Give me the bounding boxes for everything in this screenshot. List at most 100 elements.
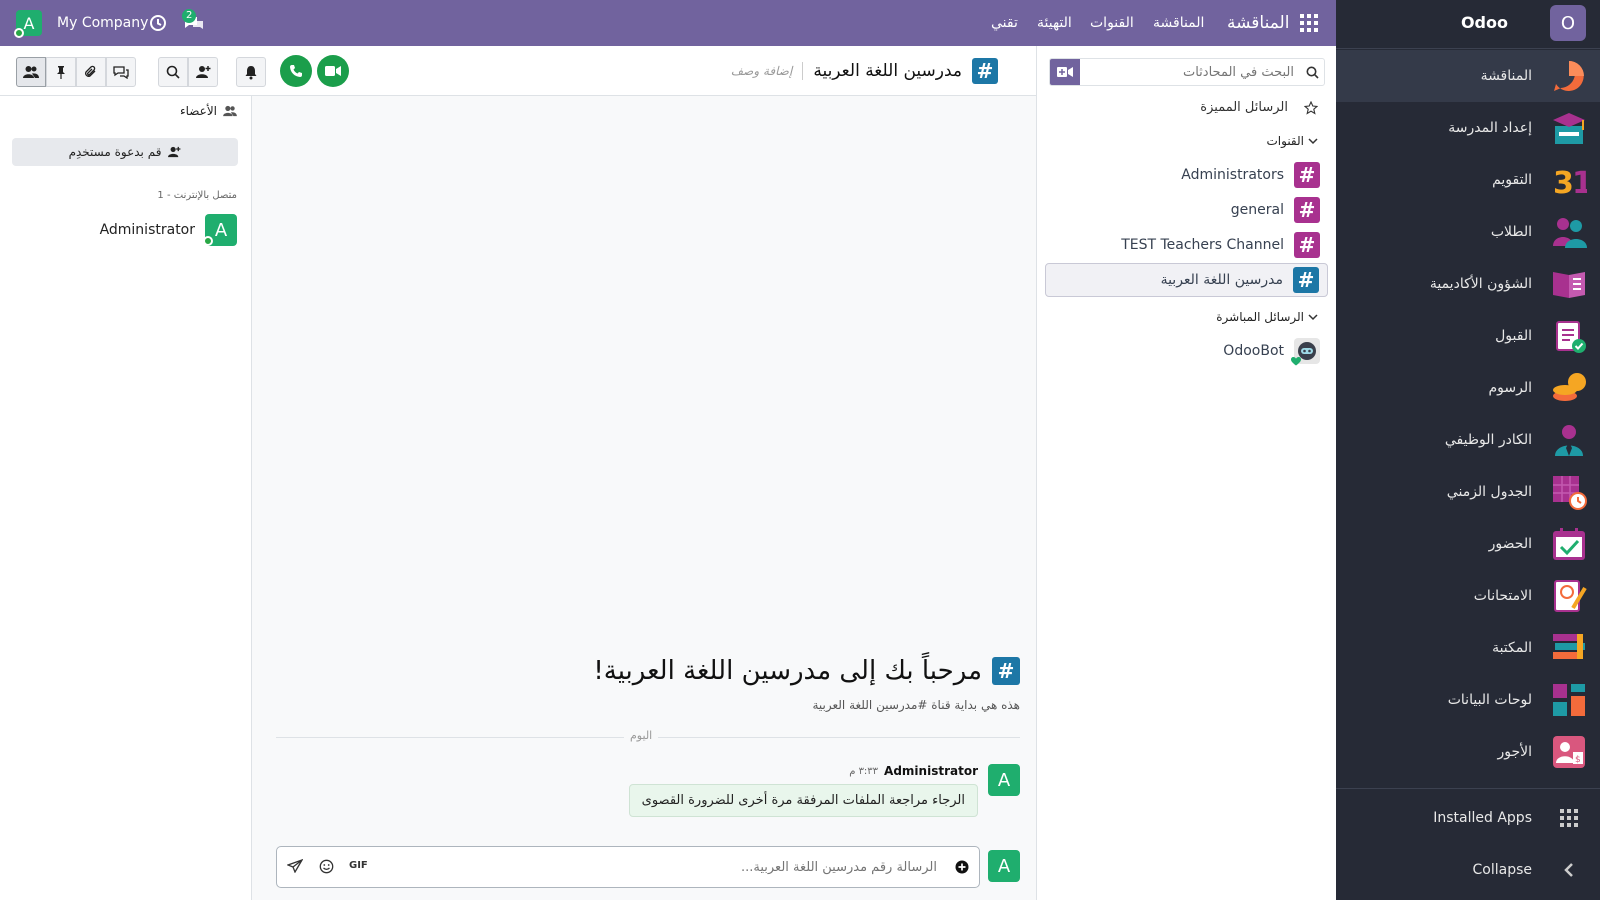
video-plus-icon [1057,67,1073,77]
svg-text:$: $ [1575,755,1581,765]
invite-user-button[interactable]: قم بدعوة مستخدِم [12,138,238,166]
threads-button[interactable] [106,57,136,87]
direct-messages-section-header[interactable]: الرسائل المباشرة [1216,310,1318,324]
timetable-icon [1550,473,1588,511]
add-attachment-button[interactable] [955,860,969,874]
sidebar-item-dashboards[interactable]: لوحات البيانات [1336,674,1600,726]
online-status-dot [203,236,213,246]
channel-name-field[interactable]: مدرسين اللغة العربية [813,61,962,81]
members-panel: الأعضاء قم بدعوة مستخدِم متصل بالإنترنت … [0,96,252,900]
thread-header: إضافة وصف مدرسين اللغة العربية # [0,46,1036,96]
notification-settings-button[interactable] [236,57,266,87]
composer-avatar: A [988,850,1020,882]
phone-icon [290,65,302,77]
sidebar-item-students[interactable]: الطلاب [1336,206,1600,258]
menu-technical[interactable]: تقني [991,0,1018,46]
menu-configuration[interactable]: التهيئة [1037,0,1072,46]
message-bubble: الرجاء مراجعة الملفات المرفقة مرة أخرى ل… [628,784,978,817]
pinned-messages-button[interactable] [46,57,76,87]
start-meeting-button[interactable] [1050,59,1080,85]
sidebar-item-fees[interactable]: الرسوم [1336,362,1600,414]
discuss-icon [1550,57,1588,95]
channel-item-administrators[interactable]: Administrators # [1045,158,1328,192]
admission-icon [1550,317,1588,355]
calendar-icon: 31 [1550,161,1588,199]
sidebar-item-school-setup[interactable]: إعداد المدرسة [1336,102,1600,154]
brand-avatar[interactable]: O [1550,5,1586,41]
menu-discuss[interactable]: المناقشة [1153,0,1204,46]
start-call-button[interactable] [280,55,312,87]
message-author[interactable]: Administrator [884,764,978,778]
channel-item-test-teachers[interactable]: TEST Teachers Channel # [1045,228,1328,262]
members-icon [223,105,237,117]
welcome-subtitle: هذه هي بداية قناة #مدرسين اللغة العربية [812,698,1020,712]
message-input[interactable] [387,855,937,879]
starred-messages-link[interactable]: الرسائل المميزة [1200,100,1318,115]
send-button[interactable] [287,859,303,873]
sidebar-item-library[interactable]: المكتبة [1336,622,1600,674]
message-header: Administrator ٣:٣٣ م [849,764,978,778]
attachments-button[interactable] [76,57,106,87]
menu-channels[interactable]: القنوات [1090,0,1134,46]
app-title[interactable]: المناقشة [1227,0,1289,46]
channel-item-general[interactable]: general # [1045,193,1328,227]
collapse-sidebar-button[interactable]: Collapse [1336,844,1600,896]
paperclip-icon [85,65,96,77]
channel-list-panel: الرسائل المميزة القنوات Administrators #… [1036,46,1336,900]
dm-item-odoobot[interactable]: OdooBot [1045,334,1328,368]
thread-title-group: إضافة وصف مدرسين اللغة العربية # [731,56,998,86]
company-switcher[interactable]: My Company [57,0,148,46]
members-panel-button[interactable] [16,57,46,87]
add-user-icon [168,146,181,158]
sidebar-item-attendance[interactable]: الحضور [1336,518,1600,570]
sidebar-item-academics[interactable]: الشؤون الأكاديمية [1336,258,1600,310]
gif-button[interactable]: GIF [349,860,368,871]
members-title: الأعضاء [180,104,237,118]
search-icon [166,65,180,79]
start-video-call-button[interactable] [317,55,349,87]
sidebar-item-payroll[interactable]: الأجور $ [1336,726,1600,778]
messages-menu[interactable]: 2 [182,0,206,46]
apps-grid-icon[interactable] [1300,0,1318,46]
sidebar-item-staff[interactable]: الكادر الوظيفي [1336,414,1600,466]
search-icon[interactable] [1300,66,1324,79]
emoji-button[interactable] [319,859,334,874]
chevron-down-icon [1308,138,1318,145]
add-user-icon [196,66,211,78]
channel-hash-icon: # [972,58,998,84]
sidebar-item-exams[interactable]: الامتحانات [1336,570,1600,622]
chevron-down-icon [1308,314,1318,321]
message-time: ٣:٣٣ م [849,765,879,777]
top-navbar: A My Company 2 تقني التهيئة القنوات المن… [0,0,1336,46]
installed-apps-button[interactable]: Installed Apps [1336,792,1600,844]
channels-section-header[interactable]: القنوات [1266,134,1318,148]
activity-clock-icon[interactable] [149,0,167,46]
sidebar-item-discuss[interactable]: المناقشة [1336,50,1600,102]
plus-circle-icon [955,860,969,874]
user-avatar[interactable]: A [14,0,42,46]
channel-item-arabic-teachers[interactable]: مدرسين اللغة العربية # [1045,263,1328,297]
svg-text:3: 3 [1553,166,1574,198]
member-item[interactable]: Administrator A [100,214,237,246]
video-camera-icon [325,66,341,76]
library-icon [1550,629,1588,667]
add-users-button[interactable] [188,57,218,87]
chevron-left-icon [1550,851,1588,889]
send-icon [287,859,303,873]
day-separator-label: اليوم [624,729,659,742]
hash-icon: # [1294,162,1320,188]
star-icon [1304,100,1318,115]
bell-icon [245,65,257,79]
message-composer: GIF [276,846,980,888]
odoobot-avatar [1291,338,1320,366]
search-input[interactable] [1080,60,1300,84]
sidebar-item-timetable[interactable]: الجدول الزمني [1336,466,1600,518]
hash-icon: # [1293,267,1319,293]
sidebar-item-calendar[interactable]: التقويم 31 [1336,154,1600,206]
payroll-icon: $ [1550,733,1588,771]
apps-sidebar: Odoo O المناقشة إعداد المدرسة التقويم 31… [1336,0,1600,900]
message-avatar[interactable]: A [988,764,1020,796]
add-description-field[interactable]: إضافة وصف [731,64,793,78]
search-messages-button[interactable] [158,57,188,87]
sidebar-item-admission[interactable]: القبول [1336,310,1600,362]
